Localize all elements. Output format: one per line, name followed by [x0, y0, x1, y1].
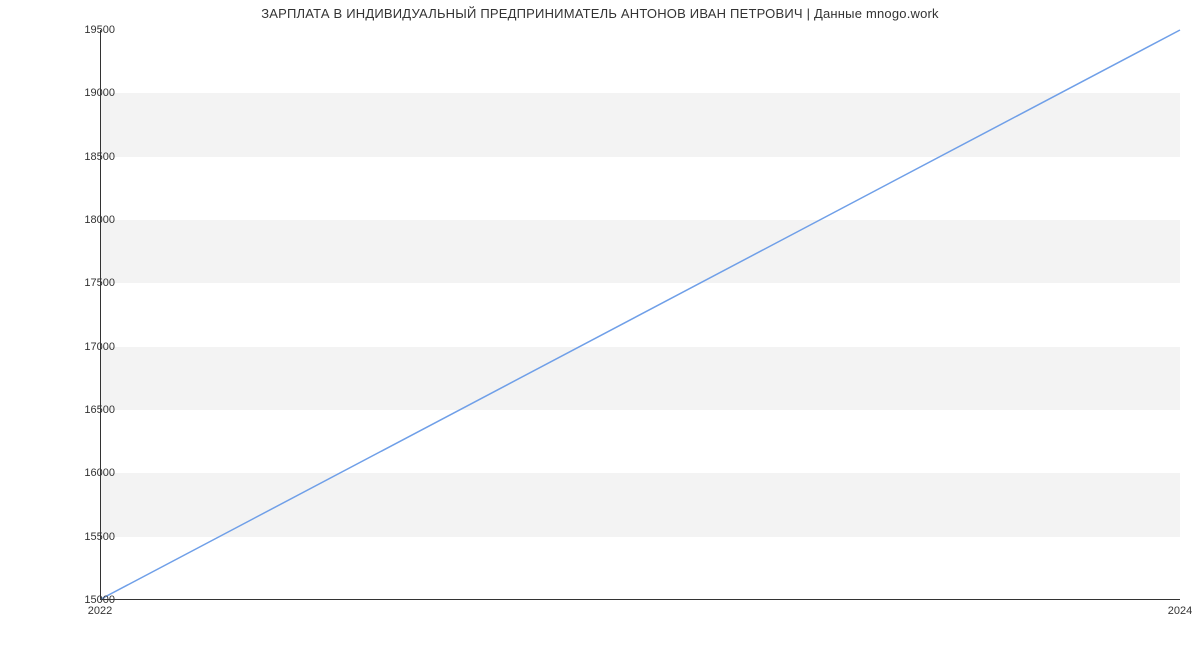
x-tick-label: 2022	[88, 605, 112, 617]
data-line	[101, 30, 1180, 599]
salary-chart: ЗАРПЛАТА В ИНДИВИДУАЛЬНЫЙ ПРЕДПРИНИМАТЕЛ…	[0, 0, 1200, 650]
plot-area	[100, 30, 1180, 600]
chart-title: ЗАРПЛАТА В ИНДИВИДУАЛЬНЫЙ ПРЕДПРИНИМАТЕЛ…	[0, 6, 1200, 21]
line-layer	[101, 30, 1180, 599]
x-tick-label: 2024	[1168, 605, 1192, 617]
